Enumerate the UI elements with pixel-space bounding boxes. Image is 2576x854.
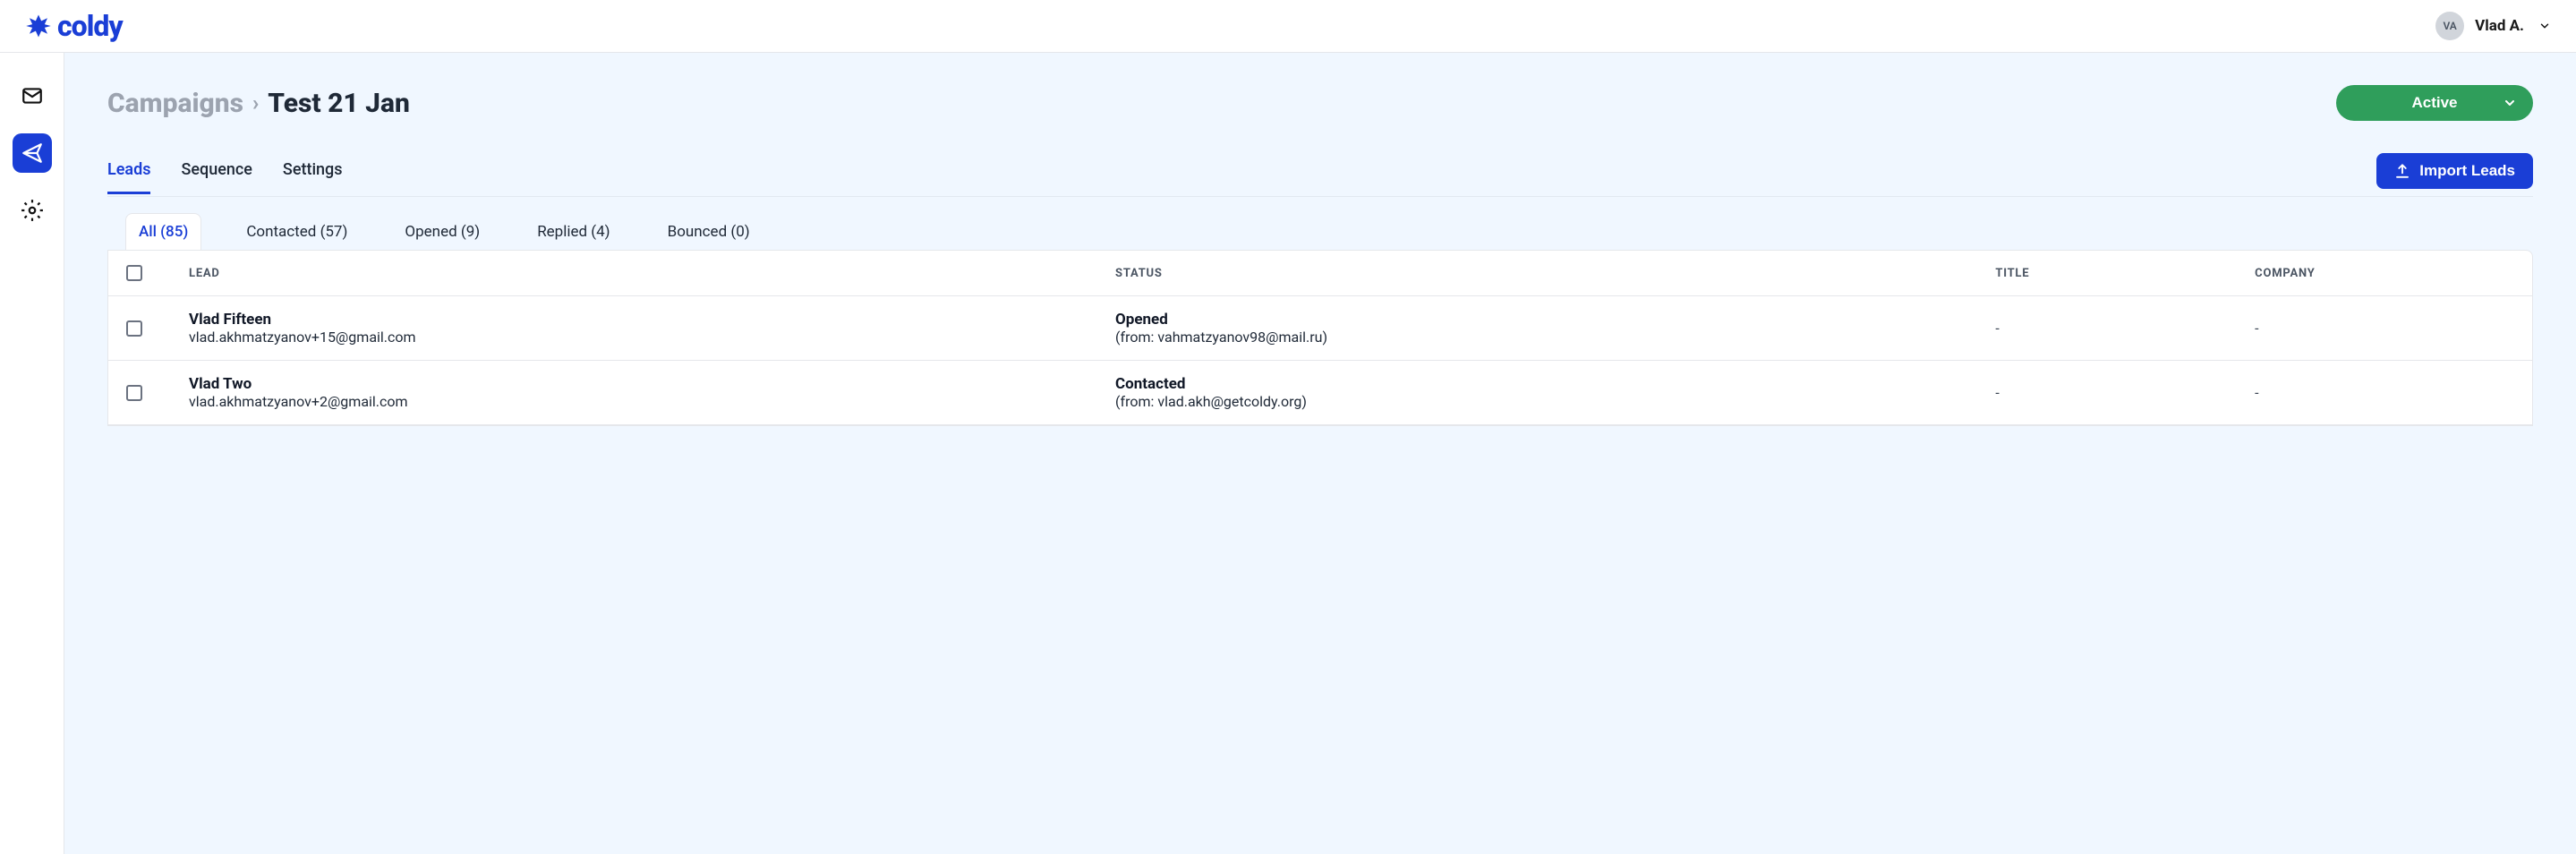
sidebar-item-send[interactable]: [13, 133, 52, 173]
table-row[interactable]: Vlad Two vlad.akhmatzyanov+2@gmail.com C…: [108, 361, 2532, 425]
lead-name: Vlad Two: [189, 375, 1115, 393]
lead-email: vlad.akhmatzyanov+15@gmail.com: [189, 329, 1115, 346]
page-title: Test 21 Jan: [268, 88, 410, 119]
user-menu[interactable]: VA Vlad A.: [2435, 12, 2551, 40]
chevron-right-icon: ›: [252, 90, 259, 115]
import-leads-label: Import Leads: [2419, 162, 2515, 180]
sidebar: [0, 53, 64, 854]
filter-tab-opened[interactable]: Opened (9): [392, 214, 492, 250]
chevron-down-icon: [2503, 96, 2517, 110]
tabs: Leads Sequence Settings: [107, 155, 343, 194]
filter-tab-bounced[interactable]: Bounced (0): [655, 214, 763, 250]
lead-email: vlad.akhmatzyanov+2@gmail.com: [189, 393, 1115, 410]
th-status: STATUS: [1115, 267, 1995, 280]
leads-table: LEAD STATUS TITLE COMPANY Vlad Fifteen v…: [107, 250, 2533, 426]
status-label: Active: [2411, 94, 2457, 112]
th-company: COMPANY: [2255, 267, 2514, 280]
main-content: Campaigns › Test 21 Jan Active Leads Seq…: [64, 53, 2576, 854]
lead-status: Contacted: [1115, 375, 1995, 393]
lead-title: -: [1995, 320, 2255, 337]
filter-tab-contacted[interactable]: Contacted (57): [234, 214, 360, 250]
sidebar-item-mail[interactable]: [13, 76, 52, 115]
filter-tab-replied[interactable]: Replied (4): [525, 214, 622, 250]
sidebar-item-settings[interactable]: [13, 191, 52, 230]
header: coldy VA Vlad A.: [0, 0, 2576, 53]
lead-company: -: [2255, 320, 2514, 337]
breadcrumb-parent[interactable]: Campaigns: [107, 88, 243, 119]
lead-status-from: (from: vlad.akh@getcoldy.org): [1115, 393, 1995, 410]
row-checkbox[interactable]: [126, 320, 142, 337]
user-name-label: Vlad A.: [2475, 17, 2524, 35]
select-all-checkbox[interactable]: [126, 265, 142, 281]
logo[interactable]: coldy: [25, 9, 123, 43]
filter-tabs: All (85) Contacted (57) Opened (9) Repli…: [107, 213, 2533, 250]
row-checkbox[interactable]: [126, 385, 142, 401]
import-leads-button[interactable]: Import Leads: [2376, 153, 2533, 189]
logo-icon: [25, 13, 52, 39]
tab-leads[interactable]: Leads: [107, 155, 150, 194]
avatar: VA: [2435, 12, 2464, 40]
mail-icon: [21, 84, 44, 107]
lead-status-from: (from: vahmatzyanov98@mail.ru): [1115, 329, 1995, 346]
filter-tab-all[interactable]: All (85): [125, 213, 201, 250]
status-dropdown[interactable]: Active: [2336, 85, 2533, 121]
gear-icon: [21, 199, 44, 222]
lead-status: Opened: [1115, 311, 1995, 329]
table-header: LEAD STATUS TITLE COMPANY: [108, 251, 2532, 296]
logo-text: coldy: [57, 9, 123, 43]
upload-icon: [2394, 163, 2410, 179]
send-icon: [21, 141, 44, 165]
tab-settings[interactable]: Settings: [283, 155, 343, 194]
lead-name: Vlad Fifteen: [189, 311, 1115, 329]
breadcrumb: Campaigns › Test 21 Jan: [107, 88, 410, 119]
tab-sequence[interactable]: Sequence: [181, 155, 252, 194]
th-lead: LEAD: [189, 267, 1115, 280]
th-title: TITLE: [1995, 267, 2255, 280]
chevron-down-icon: [2538, 20, 2551, 32]
lead-title: -: [1995, 384, 2255, 401]
table-row[interactable]: Vlad Fifteen vlad.akhmatzyanov+15@gmail.…: [108, 296, 2532, 361]
lead-company: -: [2255, 384, 2514, 401]
